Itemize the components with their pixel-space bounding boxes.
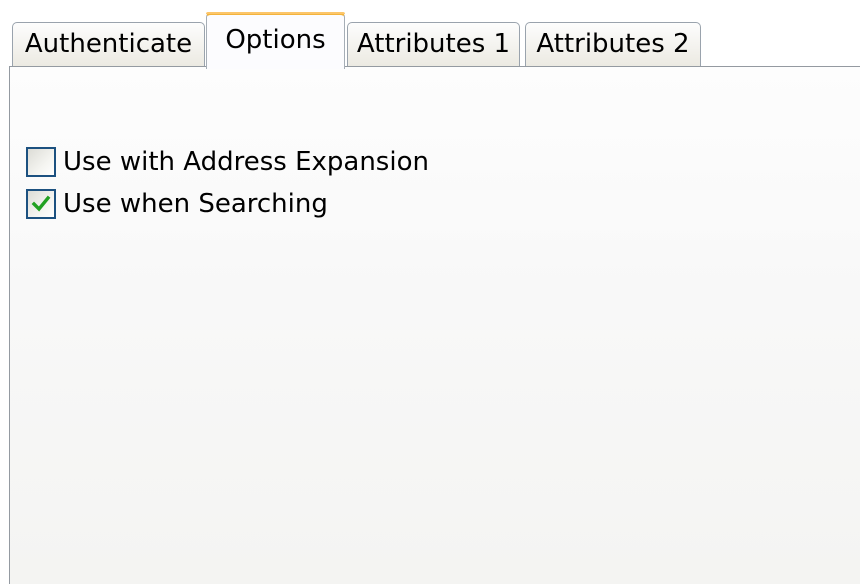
searching-checkbox[interactable] <box>26 189 56 219</box>
tab-attributes-2[interactable]: Attributes 2 <box>525 22 701 66</box>
searching-label: Use when Searching <box>63 189 328 219</box>
check-icon <box>31 195 51 212</box>
use-with-address-expansion-option[interactable]: Use with Address Expansion <box>26 145 429 179</box>
address-expansion-label: Use with Address Expansion <box>63 147 429 177</box>
tab-authenticate[interactable]: Authenticate <box>12 22 205 66</box>
options-dialog: Authenticate Options Attributes 1 Attrib… <box>0 0 860 584</box>
tab-options[interactable]: Options <box>206 12 345 69</box>
options-panel: Use with Address Expansion Use when Sear… <box>9 66 860 584</box>
use-when-searching-option[interactable]: Use when Searching <box>26 187 328 221</box>
address-expansion-checkbox[interactable] <box>26 147 56 177</box>
tab-attributes-1[interactable]: Attributes 1 <box>347 22 520 66</box>
tab-strip: Authenticate Options Attributes 1 Attrib… <box>0 0 860 69</box>
